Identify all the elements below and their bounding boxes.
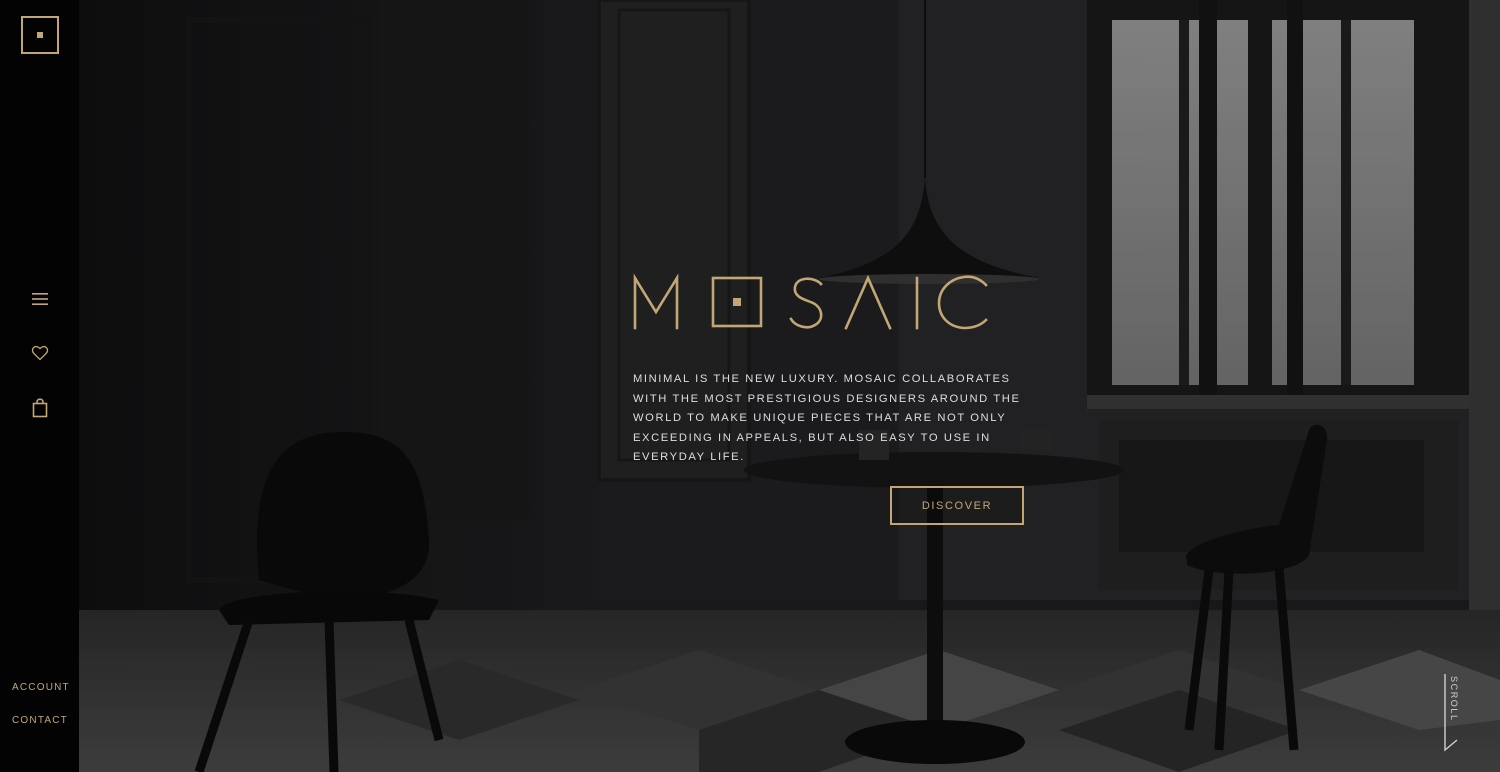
discover-button[interactable]: DISCOVER [890,486,1024,525]
menu-icon[interactable] [30,289,50,309]
hero-section: MINIMAL IS THE NEW LUXURY. MOSAIC COLLAB… [79,0,1500,772]
sidebar: ACCOUNT CONTACT [0,0,79,772]
contact-link[interactable]: CONTACT [12,715,68,726]
mosaic-wordmark [633,273,988,330]
logo-icon[interactable] [21,16,59,54]
logo-dot [37,32,43,38]
shopping-bag-icon[interactable] [30,398,50,418]
hero-tagline: MINIMAL IS THE NEW LUXURY. MOSAIC COLLAB… [633,373,1021,463]
brand-logo [629,270,999,334]
scroll-arrow-icon[interactable] [1443,672,1463,754]
heart-icon[interactable] [30,343,50,363]
account-link[interactable]: ACCOUNT [12,682,70,693]
